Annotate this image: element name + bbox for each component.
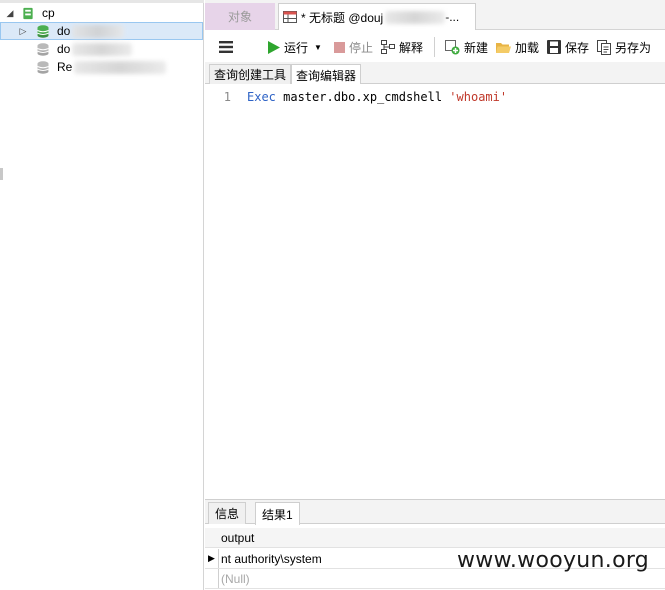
tree-item-label: cp bbox=[42, 6, 55, 20]
current-row-indicator-icon: ▶ bbox=[205, 549, 219, 568]
connection-icon bbox=[23, 7, 33, 19]
load-label: 加载 bbox=[514, 40, 539, 55]
row-header bbox=[205, 569, 219, 588]
tab-label-suffix: -... bbox=[445, 10, 460, 24]
save-disk-icon bbox=[547, 40, 561, 54]
connection-navigator: ◢ cp ▷ do do Re bbox=[0, 0, 204, 590]
sql-editor[interactable]: 1 Exec master.dbo.xp_cmdshell 'whoami' bbox=[205, 84, 665, 498]
tab-query-editor[interactable]: 查询编辑器 bbox=[291, 64, 362, 85]
scroll-indicator-icon[interactable] bbox=[0, 168, 5, 180]
save-as-label: 另存为 bbox=[615, 40, 652, 55]
play-icon bbox=[268, 40, 280, 54]
hamburger-menu-icon bbox=[219, 41, 233, 53]
code-line[interactable]: Exec master.dbo.xp_cmdshell 'whoami' bbox=[247, 90, 507, 104]
grid-header-row: output bbox=[205, 528, 665, 548]
tab-label: 对象 bbox=[227, 10, 252, 24]
row-header-spacer bbox=[205, 528, 219, 547]
sql-keyword: Exec bbox=[247, 90, 276, 104]
explain-button[interactable]: 解释 bbox=[380, 35, 423, 59]
query-toolbar: 运行 ▼ 停止 解释 新建 加载 保存 另存为 bbox=[205, 31, 665, 63]
tree-item-database-selected[interactable]: ▷ do bbox=[0, 22, 203, 40]
tab-label: 结果1 bbox=[262, 507, 293, 522]
save-as-button[interactable]: 另存为 bbox=[597, 35, 651, 59]
run-button[interactable]: 运行 ▼ bbox=[268, 35, 322, 59]
results-panel: 信息 结果1 output ▶ nt authority\system (Nul… bbox=[205, 499, 665, 590]
new-label: 新建 bbox=[463, 40, 488, 55]
results-tabs: 信息 结果1 bbox=[205, 500, 665, 525]
sql-code: master.dbo.xp_cmdshell bbox=[275, 90, 450, 104]
tree-item-label: Re bbox=[57, 60, 73, 74]
tab-result-1[interactable]: 结果1 bbox=[255, 502, 300, 525]
redacted-text bbox=[72, 24, 125, 38]
database-open-icon bbox=[37, 24, 49, 38]
save-label: 保存 bbox=[565, 40, 590, 55]
stop-label: 停止 bbox=[348, 40, 373, 55]
save-button[interactable]: 保存 bbox=[547, 35, 589, 59]
tab-objects[interactable]: 对象 bbox=[205, 3, 275, 30]
database-icon bbox=[37, 42, 49, 56]
tree-item-label: do bbox=[57, 42, 71, 56]
stop-icon bbox=[333, 41, 345, 53]
column-header-output[interactable]: output bbox=[219, 531, 254, 545]
tab-info[interactable]: 信息 bbox=[208, 502, 247, 524]
main-tab-strip: 对象 * 无标题 @douj -... bbox=[205, 0, 665, 30]
sql-string: 'whoami' bbox=[449, 90, 508, 104]
folder-open-icon bbox=[495, 42, 511, 53]
table-cell[interactable]: nt authority\system bbox=[219, 552, 322, 566]
expanded-arrow-icon[interactable]: ◢ bbox=[4, 8, 16, 19]
tab-label: 查询编辑器 bbox=[296, 68, 357, 83]
line-number: 1 bbox=[223, 90, 231, 104]
query-mode-tabs: 查询创建工具 查询编辑器 bbox=[205, 62, 665, 85]
toolbar-divider bbox=[433, 37, 435, 57]
table-cell[interactable]: (Null) bbox=[219, 572, 250, 586]
new-query-icon bbox=[444, 39, 460, 54]
tab-query-untitled[interactable]: * 无标题 @douj -... bbox=[278, 3, 476, 30]
tree-item-cp[interactable]: ◢ cp bbox=[0, 4, 203, 22]
watermark-text: www.wooyun.org bbox=[457, 548, 650, 573]
run-label: 运行 bbox=[284, 40, 309, 55]
line-number-gutter: 1 bbox=[205, 84, 241, 498]
tab-label: 信息 bbox=[215, 507, 240, 521]
tree-item-label: do bbox=[57, 24, 71, 38]
new-button[interactable]: 新建 bbox=[444, 35, 488, 59]
redacted-text bbox=[74, 60, 167, 74]
redacted-text bbox=[72, 42, 133, 56]
tab-query-builder[interactable]: 查询创建工具 bbox=[209, 64, 292, 84]
database-icon bbox=[37, 60, 49, 74]
tree-item-database[interactable]: do bbox=[0, 40, 203, 58]
redacted-text bbox=[385, 10, 446, 24]
tree-item-database[interactable]: Re bbox=[0, 58, 203, 76]
menu-button[interactable] bbox=[219, 35, 237, 59]
nav-top-border bbox=[0, 0, 204, 3]
save-as-icon bbox=[597, 39, 612, 55]
stop-button[interactable]: 停止 bbox=[333, 35, 373, 59]
collapsed-arrow-icon[interactable]: ▷ bbox=[17, 26, 29, 37]
explain-icon bbox=[380, 40, 395, 54]
tab-label: 查询创建工具 bbox=[214, 68, 287, 82]
explain-label: 解释 bbox=[398, 40, 423, 55]
load-button[interactable]: 加载 bbox=[495, 35, 539, 59]
tab-label: * 无标题 @douj bbox=[301, 10, 384, 25]
query-table-icon bbox=[283, 11, 297, 23]
dropdown-arrow-icon[interactable]: ▼ bbox=[314, 43, 322, 52]
